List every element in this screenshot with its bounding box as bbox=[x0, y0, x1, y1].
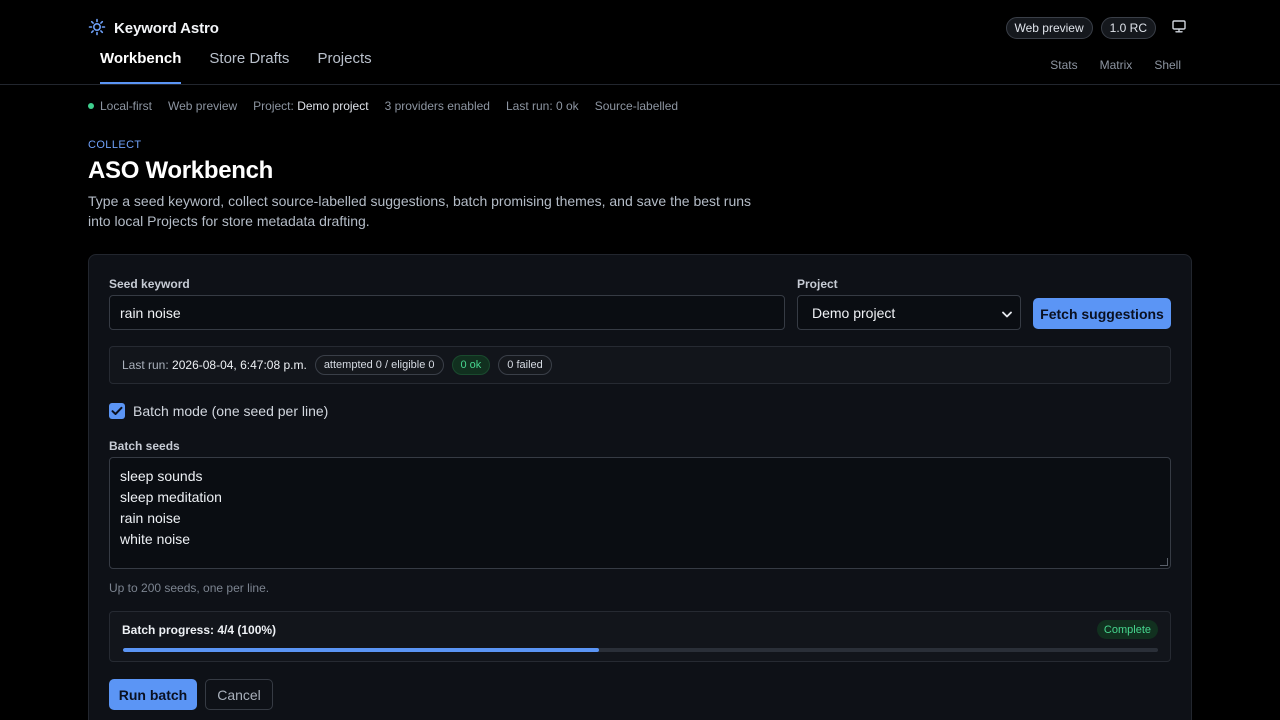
nav-shell-link[interactable]: Shell bbox=[1154, 58, 1181, 72]
section-eyebrow: COLLECT bbox=[88, 139, 142, 151]
last-run-info: Last run: 2026-08-04, 6:47:08 p.m. bbox=[122, 358, 307, 372]
nav-stats-link[interactable]: Stats bbox=[1050, 58, 1077, 72]
resize-handle[interactable] bbox=[1160, 558, 1168, 566]
monitor-icon bbox=[1172, 20, 1186, 36]
web-preview-badge: Web preview bbox=[1005, 17, 1093, 39]
secondary-nav: Stats Matrix Shell bbox=[1050, 58, 1181, 72]
seed-line: rain noise bbox=[120, 510, 181, 526]
main-nav: Workbench Store Drafts Projects bbox=[100, 50, 372, 84]
progress-track bbox=[123, 648, 1158, 652]
last-run-status: Last run: 0 ok bbox=[505, 99, 579, 113]
brand[interactable]: Keyword Astro bbox=[88, 18, 219, 39]
seed-line: sleep sounds bbox=[120, 468, 203, 484]
nav-matrix-link[interactable]: Matrix bbox=[1100, 58, 1133, 72]
batch-seeds-textarea[interactable]: sleep sounds sleep meditation rain noise… bbox=[109, 457, 1171, 569]
status-bar: Local-first Web preview Project: Demo pr… bbox=[88, 99, 1192, 113]
batch-seeds-hint: Up to 200 seeds, one per line. bbox=[109, 581, 270, 595]
fetch-suggestions-button[interactable]: Fetch suggestions bbox=[1033, 298, 1171, 329]
last-run-summary: Last run: 2026-08-04, 6:47:08 p.m. attem… bbox=[109, 346, 1171, 384]
tab-projects[interactable]: Projects bbox=[317, 50, 371, 84]
page-description: Type a seed keyword, collect source-labe… bbox=[88, 193, 752, 229]
status-dot-icon bbox=[88, 103, 94, 109]
progress-fill bbox=[123, 648, 600, 652]
top-right-controls: Web preview 1.0 RC bbox=[1005, 17, 1193, 39]
app-name: Keyword Astro bbox=[114, 20, 219, 37]
project-label: Project bbox=[797, 277, 838, 291]
local-first-status: Local-first bbox=[88, 99, 152, 113]
source-status: Source-labelled bbox=[594, 99, 679, 113]
batch-mode-toggle[interactable]: Batch mode (one seed per line) bbox=[109, 403, 328, 419]
attempted-chip: attempted 0 / eligible 0 bbox=[314, 355, 444, 375]
version-badge: 1.0 RC bbox=[1100, 17, 1156, 39]
checkmark-icon bbox=[111, 403, 123, 419]
batch-seeds-label: Batch seeds bbox=[109, 439, 180, 453]
failed-chip: 0 failed bbox=[498, 355, 552, 375]
tab-store-drafts[interactable]: Store Drafts bbox=[209, 50, 289, 84]
batch-progress-label: Batch progress: 4/4 (100%) bbox=[122, 623, 277, 637]
seed-line: sleep meditation bbox=[120, 489, 222, 505]
seed-keyword-input[interactable] bbox=[109, 295, 785, 330]
batch-mode-checkbox[interactable] bbox=[109, 403, 125, 419]
cancel-button[interactable]: Cancel bbox=[205, 679, 273, 710]
providers-status: 3 providers enabled bbox=[384, 99, 490, 113]
seed-line: white noise bbox=[120, 531, 191, 547]
status-badge: Complete bbox=[1096, 620, 1158, 639]
chevron-down-icon bbox=[1002, 305, 1012, 321]
page-title: ASO Workbench bbox=[88, 157, 274, 184]
ok-chip: 0 ok bbox=[451, 355, 491, 375]
workbench-card: Seed keyword Project Demo project Fetch … bbox=[88, 254, 1192, 720]
mode-status: Web preview bbox=[168, 99, 238, 113]
sun-icon bbox=[88, 18, 106, 39]
batch-mode-label: Batch mode (one seed per line) bbox=[133, 403, 329, 419]
top-bar: Keyword Astro Web preview 1.0 RC Workben… bbox=[0, 0, 1280, 85]
run-batch-button[interactable]: Run batch bbox=[109, 679, 197, 710]
tab-workbench[interactable]: Workbench bbox=[100, 50, 182, 84]
display-mode-button[interactable] bbox=[1166, 17, 1192, 39]
project-status: Project: Demo project bbox=[253, 99, 369, 113]
project-select-value: Demo project bbox=[812, 304, 896, 321]
batch-progress-panel: Batch progress: 4/4 (100%) Complete bbox=[109, 611, 1171, 662]
project-select[interactable]: Demo project bbox=[797, 295, 1021, 330]
seed-keyword-label: Seed keyword bbox=[109, 277, 190, 291]
